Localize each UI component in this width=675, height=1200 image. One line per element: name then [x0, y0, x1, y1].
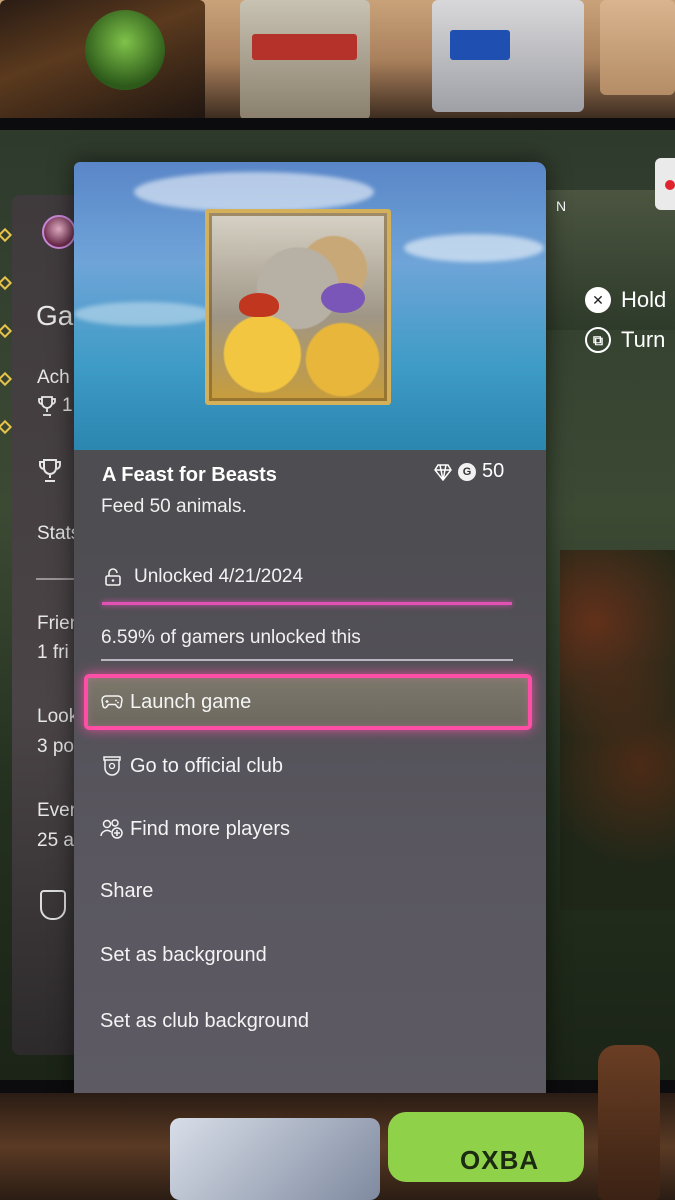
- set-as-background-label: Set as background: [100, 943, 267, 966]
- launch-game-label: Launch game: [130, 690, 252, 713]
- shelf-package: [170, 1118, 380, 1200]
- gamerscore-icon: G: [458, 462, 476, 481]
- set-as-background-button[interactable]: Set as background: [88, 929, 532, 981]
- controller-icon: [100, 691, 124, 713]
- rare-diamond-icon: [434, 463, 452, 481]
- add-people-icon: [100, 818, 124, 840]
- achievements-count-text: 1: [62, 395, 73, 416]
- background-achievements-label[interactable]: Ach: [37, 367, 70, 389]
- background-looking-label[interactable]: Look: [37, 706, 78, 728]
- hint-turn: ⧉ Turn: [585, 327, 665, 353]
- unlock-progress-bar: [102, 602, 512, 605]
- background-looking-count: 3 po: [37, 736, 74, 757]
- hint-hold: ✕ Hold: [585, 287, 666, 313]
- rarity-text: 6.59% of gamers unlocked this: [101, 627, 361, 648]
- set-as-club-background-button[interactable]: Set as club background: [88, 995, 532, 1047]
- shelf-box-transformers: [240, 0, 370, 120]
- unlocked-status: Unlocked 4/21/2024: [104, 566, 303, 588]
- go-to-official-club-label: Go to official club: [130, 754, 284, 777]
- side-diamond-markers: [0, 227, 13, 470]
- achievement-hero-banner: [74, 162, 546, 450]
- find-more-players-button[interactable]: Find more players: [88, 803, 532, 855]
- view-button-icon: ⧉: [585, 327, 611, 353]
- share-label: Share: [100, 879, 154, 902]
- share-button[interactable]: Share: [88, 865, 532, 917]
- background-friends-count: 1 fri: [37, 642, 69, 663]
- background-events-count: 25 a: [37, 830, 74, 851]
- club-shield-icon: [100, 755, 124, 777]
- recording-indicator: [655, 158, 675, 210]
- hint-turn-text: Turn: [621, 327, 666, 352]
- shelf-figure-left: [0, 0, 205, 125]
- hint-hold-text: Hold: [621, 287, 667, 312]
- gamerscore-value: 50: [482, 460, 505, 482]
- unlock-icon: [105, 568, 121, 586]
- gamerscore: G 50: [434, 460, 504, 483]
- compass-north: N: [556, 198, 567, 214]
- set-as-club-background-label: Set as club background: [100, 1009, 310, 1032]
- background-divider: [36, 578, 76, 580]
- game-background-leaves: [560, 550, 675, 910]
- launch-game-button[interactable]: Launch game: [84, 674, 532, 730]
- unlocked-date: Unlocked 4/21/2024: [134, 566, 304, 587]
- find-more-players-label: Find more players: [130, 817, 291, 840]
- trophy-icon: [39, 459, 61, 482]
- avatar[interactable]: [42, 215, 76, 249]
- shelf-figurine: [598, 1045, 660, 1200]
- achievement-card: A Feast for Beasts G 50 Feed 50 animals.…: [74, 162, 546, 1107]
- shelf-item-right: [600, 0, 675, 95]
- background-achievements-count: 1: [38, 395, 73, 417]
- achievement-title: A Feast for Beasts: [102, 464, 277, 486]
- background-panel-title: Ga: [36, 300, 74, 331]
- club-icon[interactable]: [40, 890, 66, 920]
- card-divider: [101, 659, 513, 661]
- shelf-box-sonic: [432, 0, 584, 112]
- trophy-icon: [38, 396, 56, 416]
- xbox-button-icon: ✕: [585, 287, 611, 313]
- achievement-artwork: [205, 209, 391, 405]
- go-to-official-club-button[interactable]: Go to official club: [88, 740, 532, 792]
- wristband-text: OXBA: [460, 1145, 540, 1175]
- achievement-description: Feed 50 animals.: [101, 496, 247, 517]
